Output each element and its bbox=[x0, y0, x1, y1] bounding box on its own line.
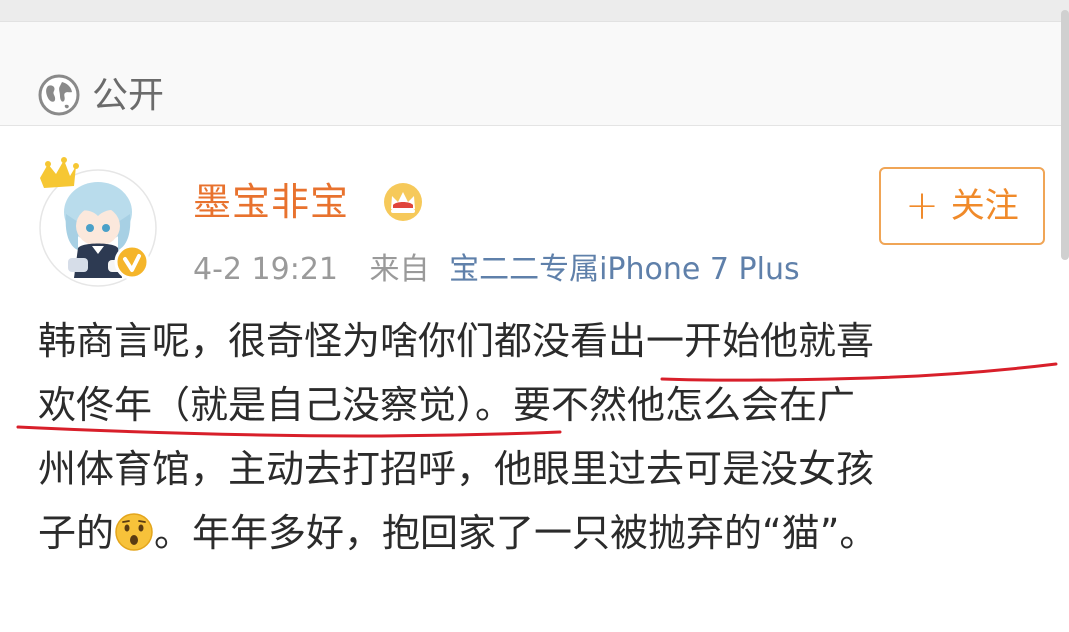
follow-label: 关注 bbox=[950, 186, 1019, 226]
plus-icon: + bbox=[905, 183, 939, 229]
avatar[interactable] bbox=[34, 150, 162, 290]
content-text: 子的 bbox=[38, 511, 115, 555]
post-source-link[interactable]: 宝二二专属iPhone 7 Plus bbox=[449, 252, 800, 287]
surprised-face-icon bbox=[115, 513, 153, 551]
content-line: 欢佟年（就是自己没察觉）。要不然他怎么会在广 bbox=[38, 383, 856, 427]
top-bar bbox=[0, 0, 1069, 22]
content-line: 州体育馆，主动去打招呼，他眼里过去可是没女孩 bbox=[38, 447, 875, 491]
username[interactable]: 墨宝非宝 bbox=[193, 178, 349, 226]
content-line: 韩商言呢，很奇怪为啥你们都没看出一开始他就喜 bbox=[38, 319, 875, 363]
post-content: 韩商言呢，很奇怪为啥你们都没看出一开始他就喜 欢佟年（就是自己没察觉）。要不然他… bbox=[38, 309, 1028, 565]
content-line-last: 子的 。年年多好，抱回家了一只被抛弃的“猫”。 bbox=[38, 501, 1028, 565]
content-text: 。年年多好，抱回家了一只被抛弃的“猫”。 bbox=[154, 511, 878, 555]
crown-icon[interactable] bbox=[382, 181, 424, 223]
post-time: 4-2 19:21 bbox=[193, 252, 338, 287]
verified-icon bbox=[114, 244, 150, 280]
post-card: 墨宝非宝 + 关注 4-2 19:21 来自 宝二二专属iPhone 7 Plu… bbox=[0, 126, 1069, 632]
globe-icon bbox=[38, 74, 80, 116]
post-meta: 4-2 19:21 来自 宝二二专属iPhone 7 Plus bbox=[193, 250, 800, 290]
from-label: 来自 bbox=[369, 252, 430, 287]
privacy-label: 公开 bbox=[92, 75, 165, 116]
privacy-row[interactable]: 公开 bbox=[0, 22, 1069, 126]
weibo-post-screenshot: 公开 墨宝非宝 + 关注 4-2 19:21 来自 宝二二专属iPhone 7 … bbox=[0, 0, 1069, 632]
follow-button[interactable]: + 关注 bbox=[879, 167, 1045, 245]
